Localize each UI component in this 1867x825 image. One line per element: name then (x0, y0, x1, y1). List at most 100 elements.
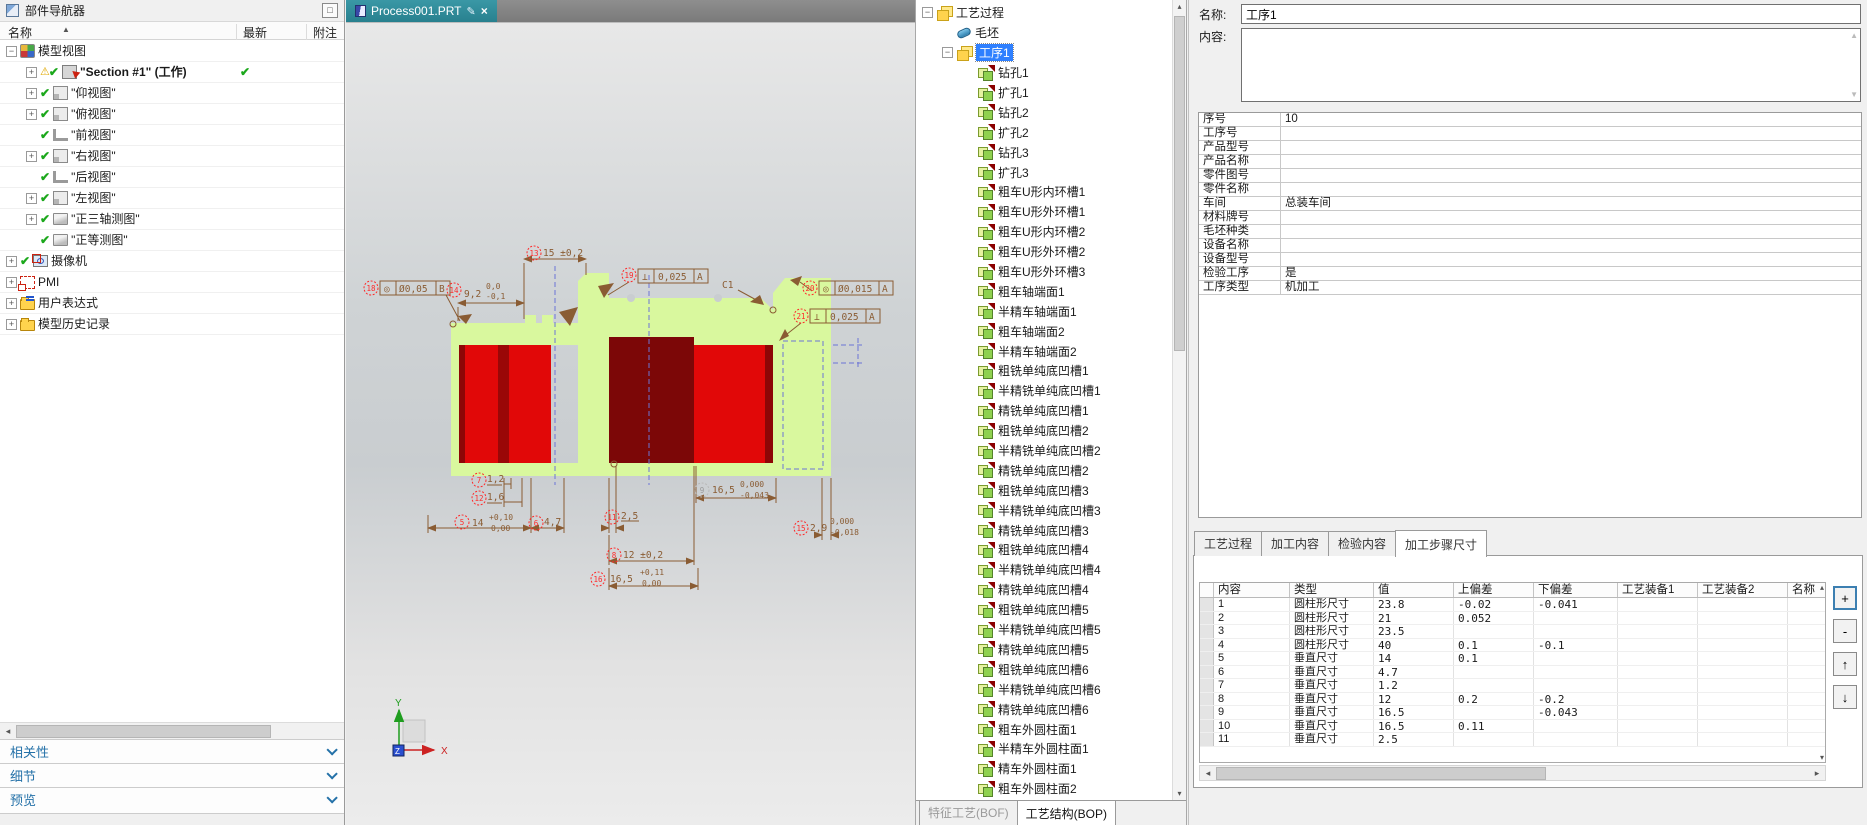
row-gutter[interactable] (1200, 733, 1214, 746)
cell-tooling1[interactable] (1618, 692, 1698, 705)
cell-value[interactable]: 1.2 (1374, 679, 1454, 692)
expand-toggle[interactable] (26, 172, 37, 183)
cell-content[interactable]: 9 (1214, 706, 1290, 719)
cell-value[interactable]: 16.5 (1374, 719, 1454, 732)
steps-table-row[interactable]: 10 垂直尺寸 16.5 0.11 (1200, 719, 1825, 733)
detail-tab[interactable]: 检验内容 (1328, 531, 1397, 556)
cell-name[interactable] (1788, 666, 1825, 679)
cell-type[interactable]: 垂直尺寸 (1290, 679, 1374, 692)
cell-value[interactable]: 23.5 (1374, 625, 1454, 638)
steps-table-hscrollbar[interactable]: ◂ ▸ (1199, 765, 1826, 781)
detail-tab[interactable]: 加工内容 (1261, 531, 1330, 556)
scroll-left-icon[interactable]: ◂ (1200, 768, 1216, 779)
cell-tooling2[interactable] (1698, 719, 1788, 732)
cell-upper-tolerance[interactable]: 0.2 (1454, 692, 1534, 705)
expand-toggle[interactable]: + (26, 87, 37, 99)
operation-item[interactable]: 粗铣单纯底凹槽5 (916, 600, 1172, 620)
steps-table-row[interactable]: 6 垂直尺寸 4.7 (1200, 665, 1825, 679)
row-gutter[interactable] (1200, 706, 1214, 719)
cell-lower-tolerance[interactable] (1534, 652, 1618, 665)
property-row[interactable]: 设备名称 (1199, 239, 1861, 253)
cell-name[interactable] (1788, 598, 1825, 611)
cell-value[interactable]: 12 (1374, 692, 1454, 705)
cell-name[interactable] (1788, 693, 1825, 706)
flange-section[interactable] (578, 273, 609, 469)
cell-tooling1[interactable] (1618, 719, 1698, 732)
scroll-down-icon[interactable]: ▼ (1850, 90, 1858, 99)
cell-lower-tolerance[interactable]: -0.043 (1534, 706, 1618, 719)
property-value[interactable]: 10 (1281, 113, 1861, 126)
steps-table-row[interactable]: 4 圆柱形尺寸 40 0.1 -0.1 (1200, 638, 1825, 652)
collapsible-section[interactable]: 预览 (0, 787, 344, 811)
cell-upper-tolerance[interactable] (1454, 706, 1534, 719)
operation-item[interactable]: 半精车轴端面2 (916, 341, 1172, 361)
tree-item[interactable]: + "右视图" (0, 146, 344, 167)
cell-content[interactable]: 7 (1214, 679, 1290, 692)
row-gutter[interactable] (1200, 719, 1214, 732)
cell-name[interactable] (1788, 652, 1825, 665)
operation-item[interactable]: 半精铣单纯底凹槽5 (916, 620, 1172, 640)
cell-upper-tolerance[interactable] (1454, 679, 1534, 692)
cell-type[interactable]: 圆柱形尺寸 (1290, 611, 1374, 624)
property-value[interactable]: 机加工 (1281, 281, 1861, 294)
scrollbar-thumb[interactable] (1216, 766, 1546, 780)
property-value[interactable] (1281, 225, 1861, 238)
cell-tooling1[interactable] (1618, 733, 1698, 746)
property-value[interactable] (1281, 253, 1861, 266)
operation-item[interactable]: 粗铣单纯底凹槽1 (916, 361, 1172, 381)
chevron-down-icon[interactable] (326, 791, 338, 804)
operation-item[interactable]: 精铣单纯底凹槽2 (916, 460, 1172, 480)
scrollbar-thumb[interactable] (1174, 16, 1185, 351)
operation-item[interactable]: 钻孔2 (916, 102, 1172, 122)
cell-upper-tolerance[interactable] (1454, 665, 1534, 678)
cell-content[interactable]: 2 (1214, 611, 1290, 624)
collapsible-section[interactable]: 相关性 (0, 739, 344, 763)
process-view-tab[interactable]: 工艺结构(BOP) (1016, 800, 1117, 825)
property-value[interactable]: 总装车间 (1281, 197, 1861, 210)
cell-content[interactable]: 1 (1214, 598, 1290, 611)
navigator-hscrollbar[interactable]: ◂ (0, 722, 344, 739)
tree-item[interactable]: + "仰视图" (0, 83, 344, 104)
tree-item[interactable]: "后视图" (0, 167, 344, 188)
property-value[interactable]: 是 (1281, 267, 1861, 280)
cell-type[interactable]: 垂直尺寸 (1290, 719, 1374, 732)
scroll-up-icon[interactable]: ▴ (1173, 2, 1186, 11)
property-value[interactable] (1281, 155, 1861, 168)
cell-name[interactable] (1788, 706, 1825, 719)
chevron-down-icon[interactable] (326, 743, 338, 756)
steps-column-header[interactable]: 下偏差 (1534, 583, 1618, 597)
operation-item[interactable]: 精铣单纯底凹槽3 (916, 520, 1172, 540)
cell-content[interactable]: 3 (1214, 625, 1290, 638)
property-row[interactable]: 零件图号 (1199, 169, 1861, 183)
property-row[interactable]: 检验工序 是 (1199, 267, 1861, 281)
property-value[interactable] (1281, 239, 1861, 252)
property-row[interactable]: 工序号 (1199, 127, 1861, 141)
cell-tooling2[interactable] (1698, 692, 1788, 705)
cell-lower-tolerance[interactable] (1534, 665, 1618, 678)
steps-column-header[interactable]: 工艺装备2 (1698, 583, 1788, 597)
cell-tooling2[interactable] (1698, 733, 1788, 746)
cell-value[interactable]: 4.7 (1374, 665, 1454, 678)
cell-tooling2[interactable] (1698, 598, 1788, 611)
property-row[interactable]: 产品型号 (1199, 141, 1861, 155)
scroll-up-icon[interactable]: ▴ (1820, 583, 1824, 592)
tree-item[interactable]: + "左视图" (0, 188, 344, 209)
steps-table-row[interactable]: 1 圆柱形尺寸 23.8 -0.02 -0.041 (1200, 598, 1825, 612)
cell-name[interactable] (1788, 639, 1825, 652)
steps-table-row[interactable]: 11 垂直尺寸 2.5 (1200, 733, 1825, 747)
cell-type[interactable]: 垂直尺寸 (1290, 706, 1374, 719)
cell-lower-tolerance[interactable]: -0.041 (1534, 598, 1618, 611)
steps-table-row[interactable]: 3 圆柱形尺寸 23.5 (1200, 625, 1825, 639)
tree-item[interactable]: "前视图" (0, 125, 344, 146)
steps-table-header[interactable]: 内容 类型 值 上偏差 下偏差 工艺装备1 工艺装备2 名称 (1200, 583, 1825, 598)
sort-asc-icon[interactable]: ▲ (62, 25, 70, 34)
property-row[interactable]: 材料牌号 (1199, 211, 1861, 225)
operation-item[interactable]: 精铣单纯底凹槽6 (916, 699, 1172, 719)
cell-type[interactable]: 垂直尺寸 (1290, 652, 1374, 665)
cell-tooling1[interactable] (1618, 652, 1698, 665)
expand-toggle[interactable]: + (6, 276, 17, 288)
cell-content[interactable]: 11 (1214, 733, 1290, 746)
property-row[interactable]: 车间 总装车间 (1199, 197, 1861, 211)
row-action-button[interactable]: + (1833, 586, 1857, 610)
section-view-canvas[interactable]: 15 ±0,2 9,2 0,0 -0,1 ◎ Ø0,05 B ⊥ 0,025 A… (346, 23, 915, 825)
